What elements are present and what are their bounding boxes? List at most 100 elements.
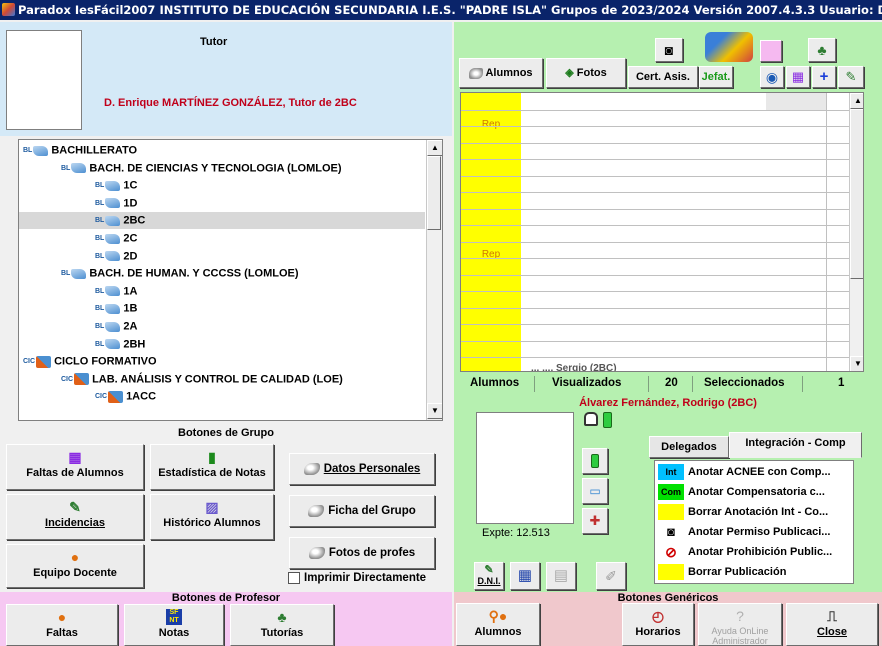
chart-icon[interactable]: ▦: [786, 66, 810, 88]
tree-item-label: 1ACC: [126, 390, 157, 403]
tree-item[interactable]: BL 2D: [19, 248, 425, 265]
scroll-up-arrow-icon[interactable]: ▲: [427, 140, 442, 156]
user-icon[interactable]: [760, 40, 782, 62]
disk-icon: [469, 67, 484, 79]
bar-chart-icon: ▮: [208, 449, 216, 465]
tree-scrollbar[interactable]: ▲ ▼: [426, 140, 442, 420]
tutorias-button[interactable]: ♣ Tutorías: [230, 604, 334, 646]
tree-item-tag: BL: [95, 287, 105, 295]
ficha-grupo-button[interactable]: Ficha del Grupo: [289, 495, 435, 527]
tree-icon[interactable]: ♣: [808, 38, 836, 62]
document-icon[interactable]: ▤: [546, 562, 576, 590]
tree-item[interactable]: BL 2BH: [19, 336, 425, 353]
scroll-down-arrow-icon[interactable]: ▼: [427, 403, 442, 419]
tree-item-label: 1D: [123, 197, 138, 210]
pencil-icon: [105, 303, 121, 314]
datos-personales-button[interactable]: Datos Personales: [289, 453, 435, 485]
tree-item-tag: BL: [61, 164, 71, 172]
tree-item[interactable]: BL 1A: [19, 283, 425, 300]
divider: [648, 376, 649, 392]
tab-integracion[interactable]: Integración - Comp: [729, 432, 862, 458]
tree-item[interactable]: BL BACHILLERATO: [19, 142, 425, 159]
tree-item-label: 1C: [123, 179, 138, 192]
battery-icon[interactable]: [603, 412, 612, 428]
scroll-thumb[interactable]: [427, 156, 441, 230]
checkbox-box[interactable]: [288, 572, 300, 584]
tree-item-tag: CIC: [61, 375, 74, 383]
incidencias-button[interactable]: ✎ Incidencias: [6, 494, 144, 540]
tree-item-label: LAB. ANÁLISIS Y CONTROL DE CALIDAD (LOE): [92, 373, 343, 386]
tree-item[interactable]: CIC 1ACC: [19, 388, 425, 405]
imprimir-directamente-checkbox[interactable]: Imprimir Directamente: [288, 572, 426, 584]
edit-icon[interactable]: ✎: [838, 66, 864, 88]
group-tree[interactable]: BL BACHILLERATO BL BACH. DE CIENCIAS Y TECN…: [18, 139, 443, 421]
alumnos-toolbar-button[interactable]: Alumnos: [459, 58, 543, 88]
divider: [692, 376, 693, 392]
students-grid[interactable]: Rep Rep ... ..., Sergio (2BC) ▲ ▼: [460, 92, 864, 372]
add-icon[interactable]: +: [812, 66, 836, 88]
dni-button[interactable]: ✎ D.N.I.: [474, 562, 504, 590]
tree-item[interactable]: CIC CICLO FORMATIVO: [19, 353, 425, 370]
jefat-button[interactable]: Jefat.: [699, 66, 733, 88]
fotos-profes-button[interactable]: Fotos de profes: [289, 537, 435, 569]
faltas-button[interactable]: ● Faltas: [6, 604, 118, 646]
scroll-thumb[interactable]: [850, 109, 863, 279]
integration-menu-item[interactable]: Borrar Publicación: [658, 563, 852, 582]
form-icon[interactable]: ✐: [596, 562, 626, 590]
notas-button[interactable]: SF NT Notas: [124, 604, 224, 646]
menu-item-label: Borrar Publicación: [688, 566, 787, 578]
estadistica-notas-button[interactable]: ▮ Estadística de Notas: [150, 444, 274, 490]
fotos-toolbar-button[interactable]: ◈ Fotos: [546, 58, 626, 88]
tree-item[interactable]: BL 1C: [19, 177, 425, 194]
tree-item[interactable]: BL 2C: [19, 230, 425, 247]
phone-button[interactable]: [582, 448, 608, 474]
pencil-icon: [105, 286, 121, 297]
historico-alumnos-button[interactable]: ▨ Histórico Alumnos: [150, 494, 274, 540]
tree-item[interactable]: CIC LAB. ANÁLISIS Y CONTROL DE CALIDAD (L…: [19, 371, 425, 388]
tree-item[interactable]: BL 1B: [19, 300, 425, 317]
lock-icon[interactable]: [584, 412, 598, 426]
pencil-icon: [71, 163, 87, 174]
no-camera-icon: ⊘: [658, 544, 684, 561]
alumnos-generic-button[interactable]: ⚲● Alumnos: [456, 603, 540, 646]
integration-menu-item[interactable]: ⊘ Anotar Prohibición Public...: [658, 543, 852, 562]
grid-row-line: [461, 175, 849, 177]
pencil-icon: [105, 198, 121, 209]
tree-item[interactable]: BL BACH. DE CIENCIAS Y TECNOLOGIA (LOMLOE…: [19, 160, 425, 177]
integration-menu-item[interactable]: Com Anotar Compensatoria c...: [658, 483, 852, 502]
tree-item[interactable]: BL 1D: [19, 195, 425, 212]
grid-header-cell: [766, 93, 826, 111]
id-card-icon[interactable]: ▭: [582, 478, 608, 504]
tree-item[interactable]: BL 2BC: [19, 212, 425, 230]
integration-menu-item[interactable]: Borrar Anotación Int - Co...: [658, 503, 852, 522]
menu-item-tag: Int: [658, 464, 684, 481]
student-photo: [476, 412, 574, 524]
scroll-up-arrow-icon[interactable]: ▲: [850, 93, 863, 109]
users-group-icon[interactable]: [705, 32, 753, 62]
pencil-icon: [105, 321, 121, 332]
horarios-button[interactable]: ◴ Horarios: [622, 603, 694, 646]
incident-icon: ✎: [69, 499, 81, 515]
close-button[interactable]: ⎍ Close: [786, 603, 878, 646]
visualizados-count: 20: [665, 377, 678, 389]
tree-item[interactable]: BL BACH. DE HUMAN. Y CCCSS (LOMLOE): [19, 265, 425, 282]
integration-menu-item[interactable]: ◙ Anotar Permiso Publicaci...: [658, 523, 852, 542]
ayuda-online-button[interactable]: ? Ayuda OnLine Administrador: [698, 603, 782, 646]
grid-scrollbar[interactable]: ▲ ▼: [849, 93, 863, 371]
ambulance-icon[interactable]: ✚: [582, 508, 608, 534]
tab-delegados[interactable]: Delegados: [649, 436, 729, 458]
globe-icon[interactable]: ◉: [760, 66, 784, 88]
status-column: [461, 93, 521, 371]
camera-icon[interactable]: ◙: [655, 38, 683, 62]
cert-asis-button[interactable]: Cert. Asis.: [628, 66, 698, 88]
integration-menu-item[interactable]: Int Anotar ACNEE con Comp...: [658, 463, 852, 482]
grid-row-line: [461, 241, 849, 243]
tree-item[interactable]: BL 2A: [19, 318, 425, 335]
scroll-down-arrow-icon[interactable]: ▼: [850, 356, 863, 371]
faltas-alumnos-button[interactable]: ▦ Faltas de Alumnos: [6, 444, 144, 490]
tutor-title: Tutor: [200, 36, 228, 48]
grades-icon[interactable]: ▦: [510, 562, 540, 590]
seleccionados-label: Seleccionados: [704, 377, 785, 389]
equipo-docente-button[interactable]: ● Equipo Docente: [6, 544, 144, 588]
grid-row-line: [461, 159, 849, 160]
